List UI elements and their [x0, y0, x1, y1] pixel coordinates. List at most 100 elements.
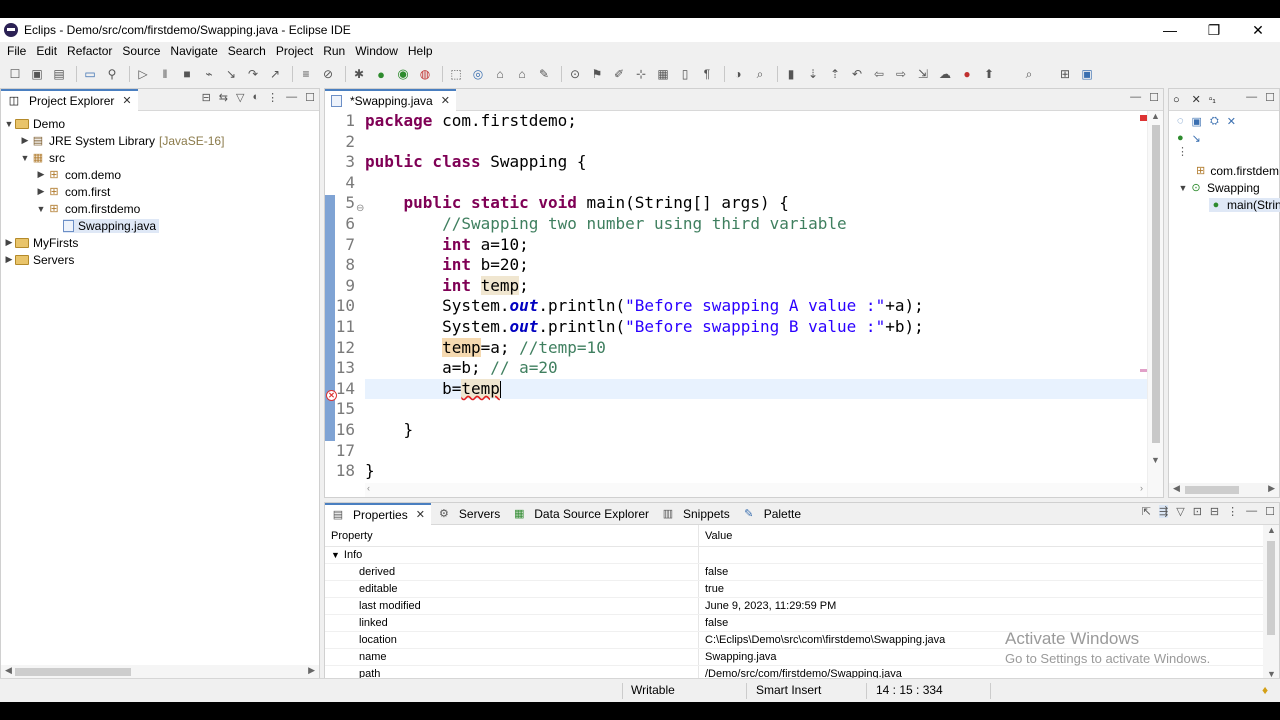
tree-item-swapping-java[interactable]: Swapping.java — [1, 217, 319, 234]
editor-vscroll[interactable]: ▲ ▼ — [1147, 111, 1163, 497]
perspective-java-icon[interactable]: ⊞ — [1056, 66, 1074, 82]
menu-window[interactable]: Window — [350, 44, 403, 58]
link-with-editor-icon[interactable]: ↘ — [1192, 132, 1201, 145]
chevron-right-icon[interactable]: ▶ — [35, 169, 47, 180]
next-annotation-icon[interactable]: ⇣ — [804, 66, 822, 82]
outline-icon[interactable]: ○ — [1173, 94, 1180, 106]
chevron-down-icon[interactable]: ▼ — [3, 119, 15, 129]
help-cloud-icon[interactable]: ☁ — [936, 66, 954, 82]
outline-item-class[interactable]: ▼ ⊙ Swapping — [1169, 179, 1279, 196]
menu-run[interactable]: Run — [318, 44, 350, 58]
link-icon[interactable]: ⊙ — [566, 66, 584, 82]
view-menu-icon[interactable]: ⋮ — [267, 91, 278, 104]
pin-icon[interactable]: ⇱ — [1142, 505, 1151, 518]
categories-icon[interactable]: ⇶ — [1159, 505, 1169, 518]
table-row[interactable]: editable true — [325, 581, 1263, 598]
scroll-thumb[interactable] — [1152, 125, 1160, 443]
view-menu-icon[interactable]: ⋮ — [1227, 505, 1238, 518]
outline-item-package[interactable]: ⊞ com.firstdem — [1169, 162, 1279, 179]
step-return-icon[interactable]: ↗ — [266, 66, 284, 82]
tab-swapping-java[interactable]: *Swapping.java ✕ — [325, 88, 456, 111]
lightbulb-icon[interactable]: ♦ — [1262, 683, 1268, 697]
status-cursor-position[interactable]: 14 : 15 : 334 — [876, 683, 943, 697]
scroll-up-icon[interactable]: ▲ — [1267, 525, 1276, 535]
last-edit-icon[interactable]: ↶ — [848, 66, 866, 82]
table-row[interactable]: derived false — [325, 564, 1263, 581]
chevron-down-icon[interactable]: ▼ — [19, 153, 31, 163]
menu-source[interactable]: Source — [117, 44, 165, 58]
hide-nonpublic-icon[interactable]: ✕ — [1227, 115, 1236, 128]
block-select-icon[interactable]: ▦ — [654, 66, 672, 82]
advanced-icon[interactable]: ⊟ — [1210, 505, 1219, 518]
minimize-view-icon[interactable]: — — [286, 91, 297, 104]
tab-servers[interactable]: ⚙ Servers — [431, 503, 506, 525]
tree-item-myfirsts[interactable]: ▶ MyFirsts — [1, 234, 319, 251]
tab-snippets[interactable]: ▥ Snippets — [655, 503, 736, 525]
occurrence-mark[interactable] — [1140, 369, 1147, 372]
use-step-filters-icon[interactable]: ≡ — [297, 66, 315, 82]
scroll-left-icon[interactable]: ◀ — [1173, 483, 1180, 494]
menu-search[interactable]: Search — [223, 44, 271, 58]
tree-item-servers[interactable]: ▶ Servers — [1, 251, 319, 268]
close-icon[interactable]: ✕ — [1192, 93, 1201, 106]
coverage-icon[interactable]: ◉ — [394, 66, 412, 82]
save-all-icon[interactable]: ▤ — [50, 66, 68, 82]
fold-toggle-icon[interactable]: ⊖ — [356, 203, 364, 214]
scroll-thumb[interactable] — [15, 668, 131, 676]
maximize-view-icon[interactable]: ☐ — [1149, 91, 1159, 104]
menu-edit[interactable]: Edit — [31, 44, 62, 58]
highlight-icon[interactable]: ✐ — [610, 66, 628, 82]
code-content[interactable]: 1 2 3 4 5 6 7 8 9 10 11 12 13 14 15 16 1… — [336, 111, 1147, 497]
skip-breakpoints-icon[interactable]: ⊘ — [319, 66, 337, 82]
minimize-view-icon[interactable]: — — [1246, 505, 1257, 518]
tree-item-com-first[interactable]: ▶ ⊞ com.first — [1, 183, 319, 200]
task-icon[interactable]: ▮ — [782, 66, 800, 82]
explorer-hscroll[interactable]: ◀ ▶ — [1, 665, 319, 679]
whitespace-icon[interactable]: ¶ — [698, 66, 716, 82]
web-browser-icon[interactable]: ◑ — [729, 66, 747, 82]
scroll-right-icon[interactable]: ▶ — [308, 665, 315, 676]
chevron-down-icon[interactable]: ▼ — [35, 204, 47, 214]
outline-secondary-tab[interactable]: ▫₁ — [1209, 94, 1216, 105]
chevron-down-icon[interactable]: ▼ — [331, 550, 340, 560]
perspective-java-ee-icon[interactable]: ▣ — [1078, 66, 1096, 82]
hide-local-types-icon[interactable]: ● — [1177, 132, 1184, 145]
minimize-view-icon[interactable]: — — [1246, 91, 1257, 104]
pin-icon[interactable]: ⇲ — [914, 66, 932, 82]
scroll-down-icon[interactable]: ▼ — [1151, 455, 1160, 465]
sort-icon[interactable]: ◌ — [1177, 115, 1184, 128]
minimize-button[interactable]: — — [1148, 18, 1192, 42]
tab-project-explorer[interactable]: ◫ Project Explorer ✕ — [1, 88, 138, 111]
link-editor-icon[interactable]: ⇆ — [219, 91, 228, 104]
menu-help[interactable]: Help — [403, 44, 438, 58]
error-overview-mark[interactable] — [1140, 115, 1147, 121]
red-hat-icon[interactable]: ● — [958, 66, 976, 82]
column-header-property[interactable]: Property — [325, 525, 699, 546]
toggle-mark-icon[interactable]: ✎ — [535, 66, 553, 82]
hide-fields-icon[interactable]: ▣ — [1192, 115, 1202, 128]
filter-icon[interactable]: ▽ — [236, 91, 244, 104]
debug-icon[interactable]: ✱ — [350, 66, 368, 82]
run-icon[interactable]: ● — [372, 66, 390, 82]
minimize-view-icon[interactable]: — — [1130, 91, 1141, 104]
annotation-icon[interactable]: ⊹ — [632, 66, 650, 82]
tree-item-src[interactable]: ▼ ▦ src — [1, 149, 319, 166]
tree-item-com-firstdemo[interactable]: ▼ ⊞ com.firstdemo — [1, 200, 319, 217]
menu-refactor[interactable]: Refactor — [62, 44, 117, 58]
close-icon[interactable]: ✕ — [416, 508, 425, 521]
external-tools-icon[interactable]: ◍ — [416, 66, 434, 82]
tab-palette[interactable]: ✎ Palette — [736, 503, 807, 525]
breadcrumb-icon[interactable]: ⚑ — [588, 66, 606, 82]
maximize-button[interactable]: ❐ — [1192, 18, 1236, 42]
tree-item-demo[interactable]: ▼ Demo — [1, 115, 319, 132]
chevron-right-icon[interactable]: ▶ — [3, 237, 15, 248]
close-icon[interactable]: ✕ — [441, 94, 450, 107]
resume-icon[interactable]: ▷ — [134, 66, 152, 82]
share-icon[interactable]: ⬆ — [980, 66, 998, 82]
filter-icon[interactable]: ▽ — [1176, 505, 1184, 518]
new-java-class-icon[interactable]: ◎ — [469, 66, 487, 82]
open-task-icon[interactable]: ⌂ — [513, 66, 531, 82]
maximize-view-icon[interactable]: ☐ — [305, 91, 315, 104]
forward-icon[interactable]: ⇨ — [892, 66, 910, 82]
step-over-icon[interactable]: ↷ — [244, 66, 262, 82]
